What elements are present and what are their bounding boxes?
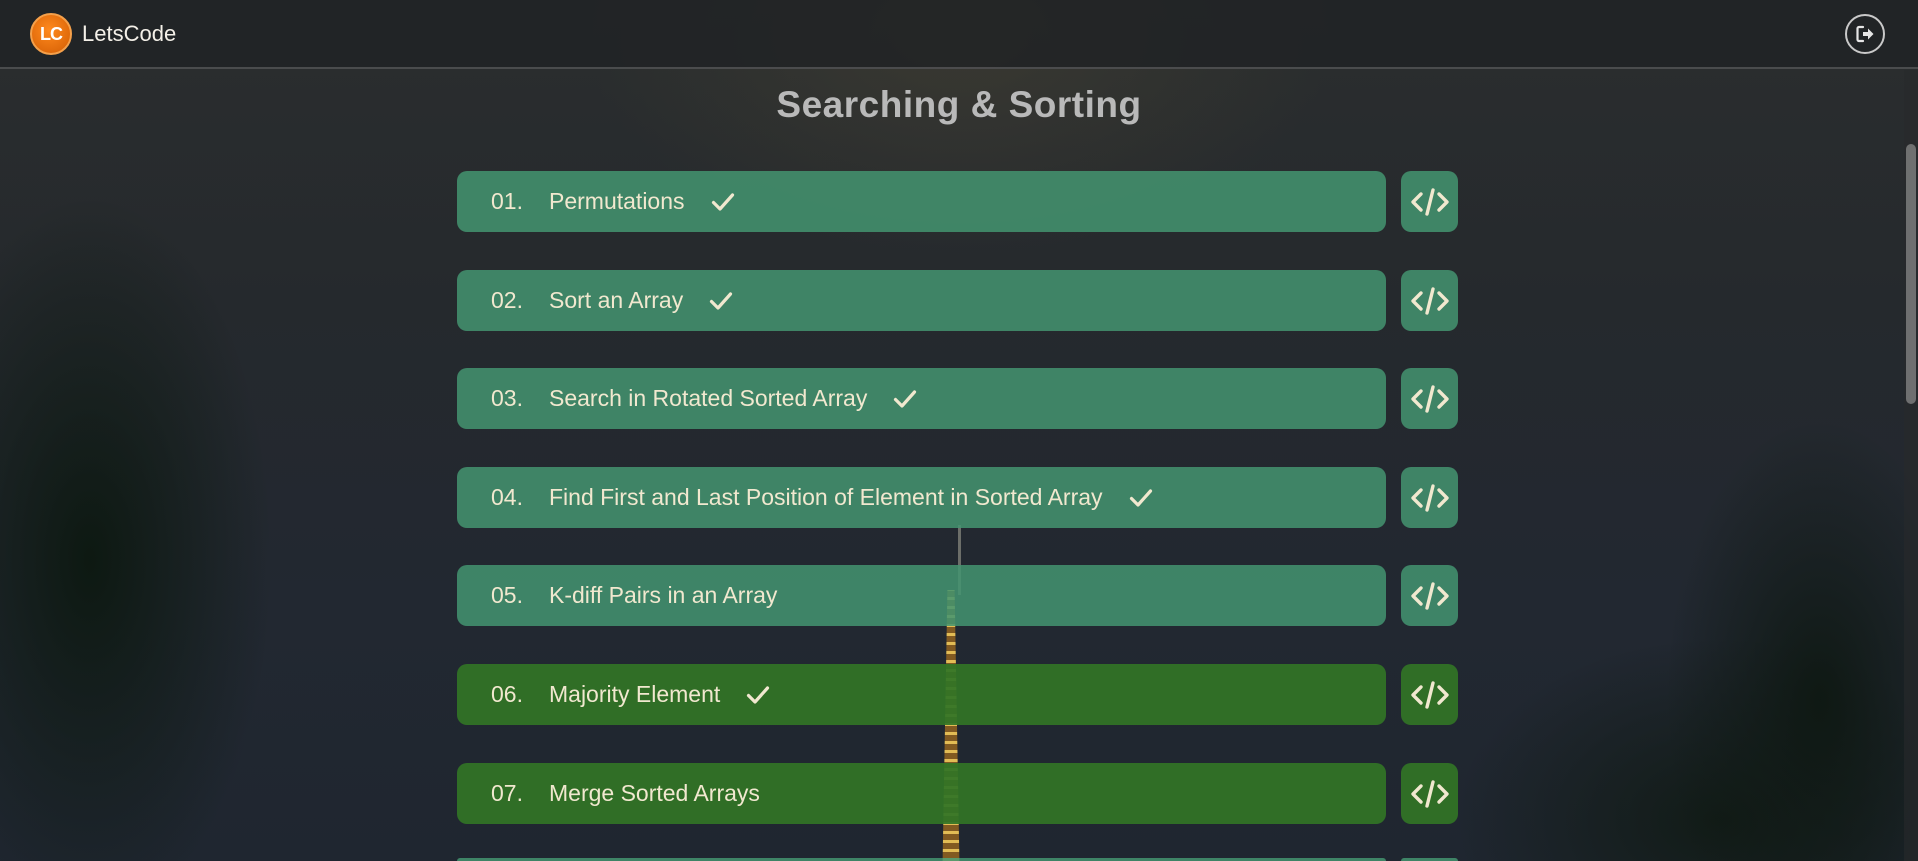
code-button[interactable] <box>1401 171 1458 232</box>
problem-number: 07. <box>491 780 523 806</box>
code-icon <box>1410 581 1449 610</box>
code-button[interactable] <box>1401 565 1458 626</box>
page-title: Searching & Sorting <box>776 84 1142 125</box>
problem-number: 06. <box>491 681 523 707</box>
problem-link[interactable]: 04. Find First and Last Position of Eleme… <box>457 467 1386 528</box>
problem-number: 01. <box>491 188 523 214</box>
solved-check <box>746 685 770 705</box>
problem-link[interactable]: 06. Majority Element <box>457 664 1386 725</box>
problem-title: Permutations <box>549 188 685 214</box>
problem-title: K-diff Pairs in an Array <box>549 582 778 608</box>
problem-title: Majority Element <box>549 681 721 707</box>
problem-title: Search in Rotated Sorted Array <box>549 385 868 411</box>
check-icon <box>710 291 733 310</box>
brand-logo: LC <box>30 13 72 55</box>
code-icon <box>1410 384 1449 413</box>
problem-link[interactable]: 05. K-diff Pairs in an Array <box>457 565 1386 626</box>
problem-row: 06. Majority Element <box>457 664 1458 726</box>
scrollbar[interactable] <box>1904 70 1918 861</box>
problem-row: 03. Search in Rotated Sorted Array <box>457 368 1458 430</box>
problem-title: Sort an Array <box>549 287 684 313</box>
problem-link[interactable]: 03. Search in Rotated Sorted Array <box>457 368 1386 429</box>
problem-row: 05. K-diff Pairs in an Array <box>457 565 1458 627</box>
solved-check <box>709 291 733 311</box>
problem-link[interactable]: 01. Permutations <box>457 171 1386 232</box>
logout-button[interactable] <box>1845 14 1885 54</box>
code-button[interactable] <box>1401 763 1458 824</box>
check-icon <box>747 685 770 704</box>
brand-link[interactable]: LC LetsCode <box>30 13 176 55</box>
code-button[interactable] <box>1401 270 1458 331</box>
check-icon <box>894 389 917 408</box>
problem-title: Merge Sorted Arrays <box>549 780 760 806</box>
code-icon <box>1410 483 1449 512</box>
code-icon <box>1410 779 1449 808</box>
code-icon <box>1410 286 1449 315</box>
top-navbar: LC LetsCode <box>0 0 1918 69</box>
scrollbar-thumb[interactable] <box>1906 144 1916 404</box>
problem-number: 04. <box>491 484 523 510</box>
solved-check <box>1129 488 1153 508</box>
problem-link[interactable]: 07. Merge Sorted Arrays <box>457 763 1386 824</box>
problem-row: 02. Sort an Array <box>457 270 1458 332</box>
code-button[interactable] <box>1401 467 1458 528</box>
solved-check <box>711 192 735 212</box>
problem-row: 01. Permutations <box>457 171 1458 233</box>
code-icon <box>1410 680 1449 709</box>
check-icon <box>711 192 734 211</box>
problem-link[interactable]: 02. Sort an Array <box>457 270 1386 331</box>
problem-row: 07. Merge Sorted Arrays <box>457 763 1458 825</box>
problem-row: 04. Find First and Last Position of Eleme… <box>457 467 1458 529</box>
check-icon <box>1129 488 1152 507</box>
logout-icon <box>1856 25 1874 43</box>
problem-number: 05. <box>491 582 523 608</box>
code-button[interactable] <box>1401 664 1458 725</box>
code-icon <box>1410 187 1449 216</box>
problem-number: 03. <box>491 385 523 411</box>
brand-name: LetsCode <box>82 21 177 46</box>
solved-check <box>893 389 917 409</box>
code-button[interactable] <box>1401 368 1458 429</box>
problem-title: Find First and Last Position of Element … <box>549 484 1103 510</box>
problem-number: 02. <box>491 287 523 313</box>
